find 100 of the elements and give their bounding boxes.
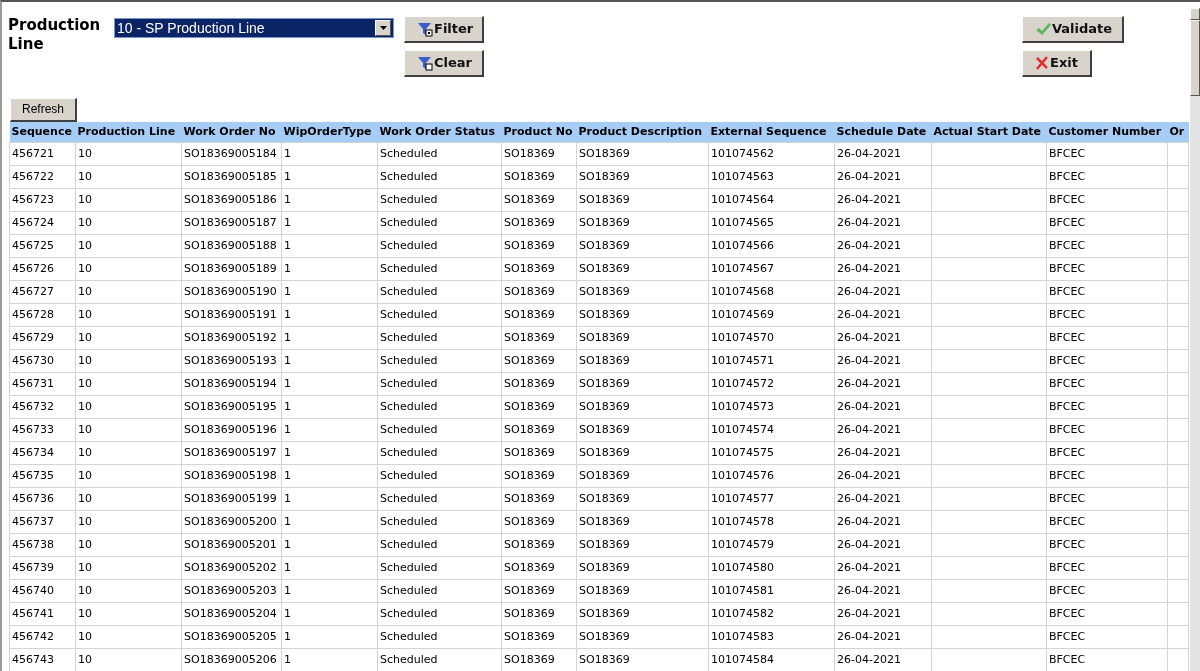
table-cell: 26-04-2021 (837, 584, 901, 598)
funnel-icon (417, 21, 433, 37)
column-header[interactable]: Schedule Date (834, 121, 932, 143)
column-header[interactable]: Actual Start Date (931, 121, 1047, 143)
column-header[interactable]: Product Description (576, 121, 709, 143)
column-header[interactable]: External Sequence (708, 121, 835, 143)
table-cell: Scheduled (380, 630, 438, 644)
table-cell: BFCEC (1049, 446, 1086, 460)
table-cell: 1 (284, 584, 291, 598)
column-header[interactable]: Or (1167, 121, 1189, 143)
table-cell: SO18369 (579, 538, 630, 552)
table-cell: 26-04-2021 (837, 354, 901, 368)
table-cell: SO18369 (504, 193, 555, 207)
table-cell: 101074576 (711, 469, 774, 483)
table-cell: SO18369 (579, 239, 630, 253)
table-cell: SO18369005205 (184, 630, 277, 644)
column-header[interactable]: Production Line (75, 121, 182, 143)
table-cell: BFCEC (1049, 561, 1086, 575)
table-cell: 101074582 (711, 607, 774, 621)
table-cell: 101074569 (711, 308, 774, 322)
table-cell: SO18369005200 (184, 515, 277, 529)
table-cell: 26-04-2021 (837, 262, 901, 276)
table-cell: BFCEC (1049, 515, 1086, 529)
table-cell: 10 (78, 308, 92, 322)
table-cell: 26-04-2021 (837, 400, 901, 414)
table-cell: 101074583 (711, 630, 774, 644)
table-cell: Scheduled (380, 377, 438, 391)
table-cell: 456736 (12, 492, 54, 506)
table-cell: SO18369 (504, 607, 555, 621)
table-cell: BFCEC (1049, 377, 1086, 391)
validate-button[interactable]: Validate (1022, 16, 1124, 43)
table-cell: SO18369 (504, 469, 555, 483)
table-cell: 26-04-2021 (837, 239, 901, 253)
table-cell: 26-04-2021 (837, 308, 901, 322)
table-cell: SO18369 (579, 308, 630, 322)
table-cell: 10 (78, 492, 92, 506)
table-cell: SO18369005185 (184, 170, 277, 184)
table-cell: 456740 (12, 584, 54, 598)
production-line-dropdown[interactable]: 10 - SP Production Line (114, 18, 394, 38)
table-cell: 26-04-2021 (837, 193, 901, 207)
table-cell: Scheduled (380, 400, 438, 414)
table-cell: 10 (78, 331, 92, 345)
table-cell: Scheduled (380, 584, 438, 598)
table-cell: 1 (284, 239, 291, 253)
scrollbar[interactable] (1190, 8, 1200, 671)
table-cell: 101074577 (711, 492, 774, 506)
table-cell: SO18369 (504, 285, 555, 299)
table-cell: Scheduled (380, 285, 438, 299)
table-cell: BFCEC (1049, 492, 1086, 506)
table-cell: 26-04-2021 (837, 446, 901, 460)
table-cell: SO18369005184 (184, 147, 277, 161)
table-cell: 456726 (12, 262, 54, 276)
table-cell: SO18369005199 (184, 492, 277, 506)
production-line-label: Production Line (8, 16, 102, 54)
table-cell: SO18369 (579, 515, 630, 529)
refresh-button[interactable]: Refresh (10, 97, 77, 122)
table-cell: 101074575 (711, 446, 774, 460)
table-cell: 456721 (12, 147, 54, 161)
table-cell: 101074578 (711, 515, 774, 529)
table-cell: Scheduled (380, 492, 438, 506)
column-header[interactable]: Work Order No (181, 121, 282, 143)
table-cell: BFCEC (1049, 469, 1086, 483)
table-cell: 10 (78, 653, 92, 667)
close-icon (1035, 56, 1049, 70)
table-cell: 10 (78, 561, 92, 575)
table-cell: 101074565 (711, 216, 774, 230)
table-cell: 101074563 (711, 170, 774, 184)
column-header[interactable]: Sequence (9, 121, 76, 143)
table-cell: SO18369 (504, 377, 555, 391)
table-cell: Scheduled (380, 469, 438, 483)
table-cell: BFCEC (1049, 193, 1086, 207)
column-header[interactable]: Work Order Status (377, 121, 502, 143)
table-cell: SO18369005187 (184, 216, 277, 230)
column-header[interactable]: Product No (501, 121, 577, 143)
table-cell: SO18369005206 (184, 653, 277, 667)
table-cell: SO18369 (579, 354, 630, 368)
table-cell: 10 (78, 193, 92, 207)
exit-button[interactable]: Exit (1022, 50, 1092, 77)
table-cell: SO18369 (504, 423, 555, 437)
filter-button[interactable]: Filter (404, 16, 484, 43)
table-cell: 101074567 (711, 262, 774, 276)
table-cell: SO18369005197 (184, 446, 277, 460)
column-header[interactable]: WipOrderType (281, 121, 378, 143)
table-cell: Scheduled (380, 308, 438, 322)
column-header[interactable]: Customer Number (1046, 121, 1168, 143)
table-cell: 456722 (12, 170, 54, 184)
table-cell: SO18369 (504, 262, 555, 276)
table-cell: SO18369 (504, 354, 555, 368)
table-cell: 1 (284, 170, 291, 184)
table-cell: 101074568 (711, 285, 774, 299)
table-cell: Scheduled (380, 607, 438, 621)
table-cell: SO18369 (504, 561, 555, 575)
table-cell: SO18369 (579, 331, 630, 345)
funnel-icon (417, 55, 433, 71)
table-cell: SO18369005189 (184, 262, 277, 276)
table-cell: SO18369 (579, 561, 630, 575)
table-cell: BFCEC (1049, 538, 1086, 552)
table-cell: 10 (78, 377, 92, 391)
clear-button[interactable]: Clear (404, 50, 484, 77)
table-cell: SO18369 (579, 216, 630, 230)
